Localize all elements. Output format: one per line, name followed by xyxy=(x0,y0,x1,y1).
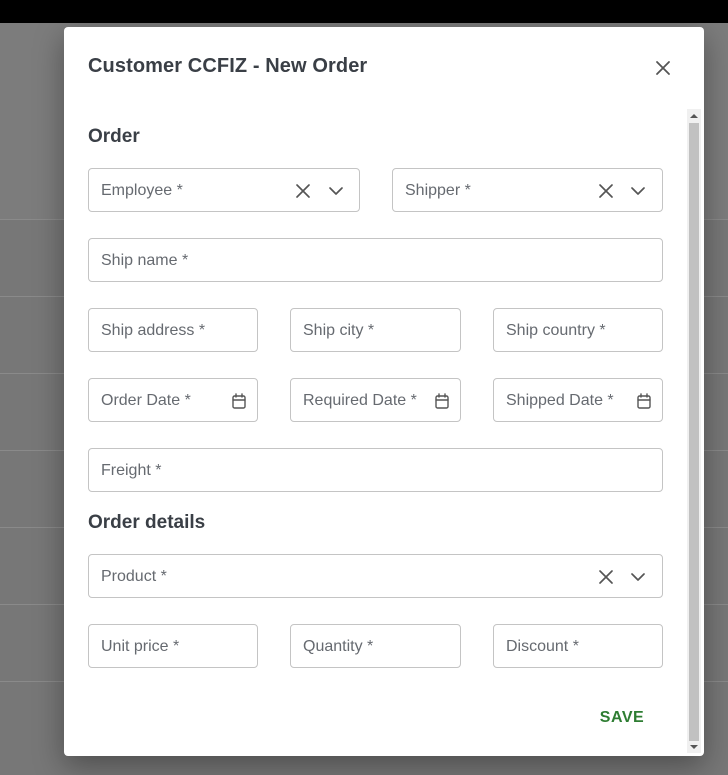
order-date-placeholder: Order Date * xyxy=(101,392,191,409)
section-title-order-details: Order details xyxy=(88,512,206,533)
ship-name-field[interactable]: Ship name * xyxy=(88,238,663,282)
required-date-field[interactable]: Required Date * xyxy=(290,378,461,422)
close-icon xyxy=(656,61,670,75)
clear-icon[interactable] xyxy=(597,182,615,200)
ship-name-placeholder: Ship name * xyxy=(101,252,189,269)
clear-icon[interactable] xyxy=(294,182,312,200)
shipped-date-field[interactable]: Shipped Date * xyxy=(493,378,663,422)
ship-city-placeholder: Ship city * xyxy=(303,322,375,339)
employee-placeholder: Employee * xyxy=(101,182,183,199)
chevron-down-icon[interactable] xyxy=(629,568,647,586)
discount-placeholder: Discount * xyxy=(506,638,579,655)
ship-address-placeholder: Ship address * xyxy=(101,322,206,339)
shipped-date-placeholder: Shipped Date * xyxy=(506,392,614,409)
quantity-field[interactable]: Quantity * xyxy=(290,624,461,668)
freight-placeholder: Freight * xyxy=(101,462,162,479)
save-button[interactable]: SAVE xyxy=(590,703,654,733)
calendar-icon[interactable] xyxy=(636,392,652,410)
scroll-down-arrow-icon[interactable] xyxy=(690,743,698,751)
freight-field[interactable]: Freight * xyxy=(88,448,663,492)
ship-country-field[interactable]: Ship country * xyxy=(493,308,663,352)
chevron-down-icon[interactable] xyxy=(327,182,345,200)
chevron-down-icon[interactable] xyxy=(629,182,647,200)
ship-city-field[interactable]: Ship city * xyxy=(290,308,461,352)
shipper-placeholder: Shipper * xyxy=(405,182,471,199)
section-title-order: Order xyxy=(88,126,140,147)
calendar-icon[interactable] xyxy=(231,392,247,410)
calendar-icon[interactable] xyxy=(434,392,450,410)
discount-field[interactable]: Discount * xyxy=(493,624,663,668)
unit-price-placeholder: Unit price * xyxy=(101,638,180,655)
close-button[interactable] xyxy=(652,57,674,79)
required-date-placeholder: Required Date * xyxy=(303,392,417,409)
browser-top-bar xyxy=(0,0,728,23)
order-date-field[interactable]: Order Date * xyxy=(88,378,258,422)
employee-select[interactable]: Employee * xyxy=(88,168,360,212)
ship-address-field[interactable]: Ship address * xyxy=(88,308,258,352)
product-select[interactable]: Product * xyxy=(88,554,663,598)
dialog-title: Customer CCFIZ - New Order xyxy=(88,55,368,77)
dialog-scrollbar[interactable] xyxy=(687,109,701,753)
clear-icon[interactable] xyxy=(597,568,615,586)
unit-price-field[interactable]: Unit price * xyxy=(88,624,258,668)
scroll-up-arrow-icon[interactable] xyxy=(690,112,698,120)
new-order-dialog: Customer CCFIZ - New Order Order Employe… xyxy=(64,27,704,756)
scrollbar-thumb[interactable] xyxy=(689,123,699,741)
product-placeholder: Product * xyxy=(101,568,167,585)
ship-country-placeholder: Ship country * xyxy=(506,322,606,339)
quantity-placeholder: Quantity * xyxy=(303,638,374,655)
shipper-select[interactable]: Shipper * xyxy=(392,168,663,212)
